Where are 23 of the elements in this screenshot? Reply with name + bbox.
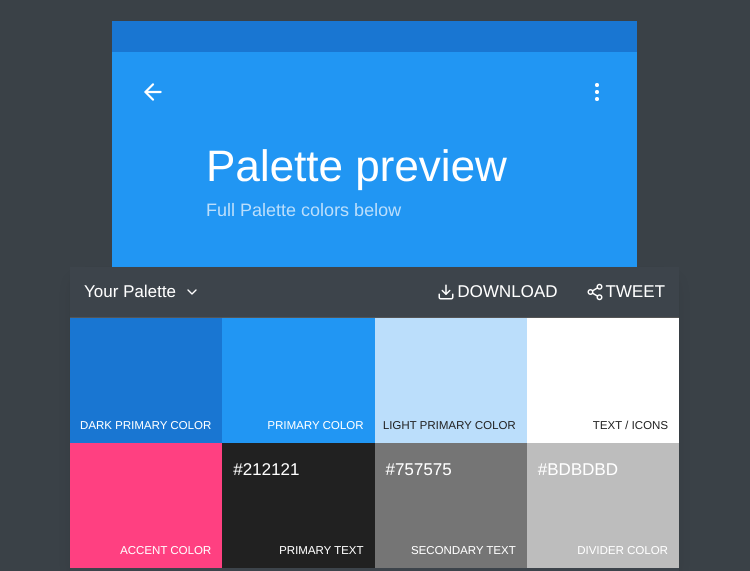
swatch-label: SECONDARY TEXT [410,544,516,559]
preview-subtitle: Full Palette colors below [206,199,402,222]
share-icon [586,283,604,301]
hex-value: #757575 [386,459,452,481]
color-swatch[interactable]: TEXT / ICONS [526,318,679,443]
share-button[interactable]: TWEET [586,279,665,305]
swatch-label: ACCENT COLOR [120,544,212,559]
swatch-label: TEXT / ICONS [592,418,668,434]
preview-title: Palette preview [206,141,507,193]
color-swatch[interactable]: #212121 PRIMARY TEXT [222,443,374,568]
hex-value: #BDBDBD [538,459,618,481]
swatch-label: DARK PRIMARY COLOR [80,418,212,434]
swatch-label: PRIMARY COLOR [267,418,364,434]
download-icon [437,283,456,301]
hex-value: #212121 [233,459,300,481]
palette-dropdown[interactable]: Your Palette [84,279,200,305]
color-swatch[interactable]: DARK PRIMARY COLOR [70,318,222,443]
swatch-label: DIVIDER COLOR [577,544,668,559]
swatch-label: LIGHT PRIMARY COLOR [382,418,516,434]
download-button[interactable]: DOWNLOAD [437,279,558,305]
swatch-label: PRIMARY TEXT [279,544,364,559]
color-swatch[interactable]: LIGHT PRIMARY COLOR [374,318,527,443]
color-swatch[interactable]: #757575 SECONDARY TEXT [374,443,527,568]
